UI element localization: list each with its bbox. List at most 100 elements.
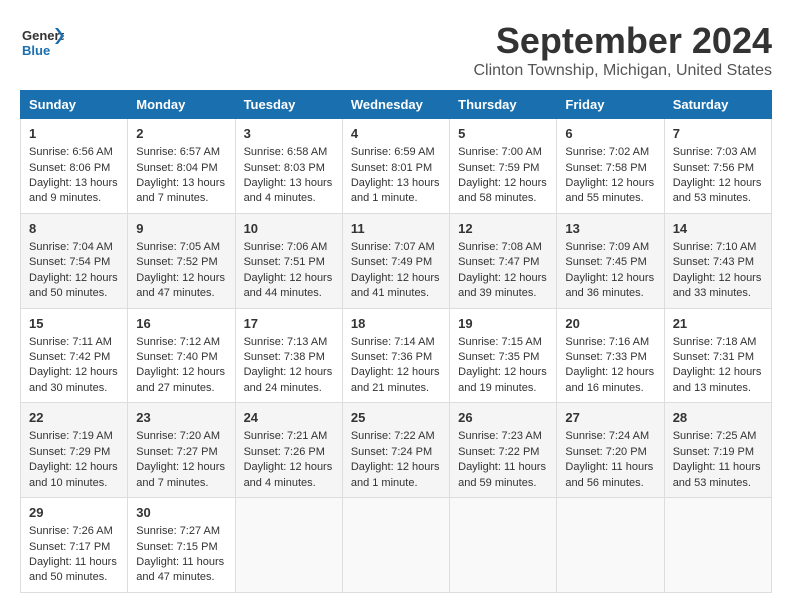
calendar-cell bbox=[557, 498, 664, 593]
daylight-label: Daylight: 12 hours and 4 minutes. bbox=[244, 461, 333, 488]
day-number: 5 bbox=[458, 125, 548, 143]
calendar-cell: 29 Sunrise: 7:26 AM Sunset: 7:17 PM Dayl… bbox=[21, 498, 128, 593]
calendar-cell: 24 Sunrise: 7:21 AM Sunset: 7:26 PM Dayl… bbox=[235, 403, 342, 498]
sunrise-label: Sunrise: 6:57 AM bbox=[136, 146, 220, 158]
daylight-label: Daylight: 12 hours and 50 minutes. bbox=[29, 272, 118, 299]
calendar-table: SundayMondayTuesdayWednesdayThursdayFrid… bbox=[20, 90, 772, 593]
calendar-cell: 25 Sunrise: 7:22 AM Sunset: 7:24 PM Dayl… bbox=[342, 403, 449, 498]
day-number: 27 bbox=[565, 409, 655, 427]
daylight-label: Daylight: 12 hours and 13 minutes. bbox=[673, 366, 762, 393]
daylight-label: Daylight: 12 hours and 36 minutes. bbox=[565, 272, 654, 299]
calendar-cell: 4 Sunrise: 6:59 AM Sunset: 8:01 PM Dayli… bbox=[342, 119, 449, 214]
month-title: September 2024 bbox=[473, 20, 772, 62]
calendar-cell: 1 Sunrise: 6:56 AM Sunset: 8:06 PM Dayli… bbox=[21, 119, 128, 214]
day-number: 16 bbox=[136, 315, 226, 333]
sunset-label: Sunset: 7:33 PM bbox=[565, 351, 646, 363]
calendar-week-row: 22 Sunrise: 7:19 AM Sunset: 7:29 PM Dayl… bbox=[21, 403, 772, 498]
calendar-cell: 21 Sunrise: 7:18 AM Sunset: 7:31 PM Dayl… bbox=[664, 308, 771, 403]
daylight-label: Daylight: 12 hours and 39 minutes. bbox=[458, 272, 547, 299]
sunrise-label: Sunrise: 6:58 AM bbox=[244, 146, 328, 158]
sunrise-label: Sunrise: 7:05 AM bbox=[136, 241, 220, 253]
daylight-label: Daylight: 12 hours and 27 minutes. bbox=[136, 366, 225, 393]
daylight-label: Daylight: 12 hours and 44 minutes. bbox=[244, 272, 333, 299]
svg-text:Blue: Blue bbox=[22, 43, 50, 58]
day-number: 3 bbox=[244, 125, 334, 143]
sunrise-label: Sunrise: 6:59 AM bbox=[351, 146, 435, 158]
calendar-cell: 19 Sunrise: 7:15 AM Sunset: 7:35 PM Dayl… bbox=[450, 308, 557, 403]
sunset-label: Sunset: 7:43 PM bbox=[673, 256, 754, 268]
weekday-header-saturday: Saturday bbox=[664, 91, 771, 119]
weekday-header-friday: Friday bbox=[557, 91, 664, 119]
sunrise-label: Sunrise: 7:07 AM bbox=[351, 241, 435, 253]
day-number: 29 bbox=[29, 504, 119, 522]
calendar-cell: 6 Sunrise: 7:02 AM Sunset: 7:58 PM Dayli… bbox=[557, 119, 664, 214]
daylight-label: Daylight: 12 hours and 10 minutes. bbox=[29, 461, 118, 488]
calendar-cell: 7 Sunrise: 7:03 AM Sunset: 7:56 PM Dayli… bbox=[664, 119, 771, 214]
calendar-week-row: 8 Sunrise: 7:04 AM Sunset: 7:54 PM Dayli… bbox=[21, 213, 772, 308]
day-number: 28 bbox=[673, 409, 763, 427]
weekday-header-wednesday: Wednesday bbox=[342, 91, 449, 119]
sunset-label: Sunset: 8:01 PM bbox=[351, 162, 432, 174]
day-number: 9 bbox=[136, 220, 226, 238]
day-number: 6 bbox=[565, 125, 655, 143]
calendar-cell: 28 Sunrise: 7:25 AM Sunset: 7:19 PM Dayl… bbox=[664, 403, 771, 498]
calendar-cell: 5 Sunrise: 7:00 AM Sunset: 7:59 PM Dayli… bbox=[450, 119, 557, 214]
daylight-label: Daylight: 12 hours and 16 minutes. bbox=[565, 366, 654, 393]
day-number: 17 bbox=[244, 315, 334, 333]
day-number: 22 bbox=[29, 409, 119, 427]
sunset-label: Sunset: 7:38 PM bbox=[244, 351, 325, 363]
day-number: 23 bbox=[136, 409, 226, 427]
sunset-label: Sunset: 7:31 PM bbox=[673, 351, 754, 363]
day-number: 10 bbox=[244, 220, 334, 238]
sunset-label: Sunset: 8:06 PM bbox=[29, 162, 110, 174]
sunset-label: Sunset: 7:45 PM bbox=[565, 256, 646, 268]
sunrise-label: Sunrise: 7:13 AM bbox=[244, 336, 328, 348]
sunrise-label: Sunrise: 7:23 AM bbox=[458, 430, 542, 442]
sunset-label: Sunset: 7:49 PM bbox=[351, 256, 432, 268]
calendar-cell: 12 Sunrise: 7:08 AM Sunset: 7:47 PM Dayl… bbox=[450, 213, 557, 308]
calendar-cell bbox=[235, 498, 342, 593]
day-number: 12 bbox=[458, 220, 548, 238]
page-header: General Blue September 2024 Clinton Town… bbox=[20, 20, 772, 80]
calendar-cell: 9 Sunrise: 7:05 AM Sunset: 7:52 PM Dayli… bbox=[128, 213, 235, 308]
calendar-cell: 13 Sunrise: 7:09 AM Sunset: 7:45 PM Dayl… bbox=[557, 213, 664, 308]
calendar-cell: 11 Sunrise: 7:07 AM Sunset: 7:49 PM Dayl… bbox=[342, 213, 449, 308]
sunrise-label: Sunrise: 7:26 AM bbox=[29, 525, 113, 537]
calendar-cell: 18 Sunrise: 7:14 AM Sunset: 7:36 PM Dayl… bbox=[342, 308, 449, 403]
daylight-label: Daylight: 11 hours and 59 minutes. bbox=[458, 461, 546, 488]
calendar-cell: 20 Sunrise: 7:16 AM Sunset: 7:33 PM Dayl… bbox=[557, 308, 664, 403]
calendar-cell: 23 Sunrise: 7:20 AM Sunset: 7:27 PM Dayl… bbox=[128, 403, 235, 498]
calendar-cell: 17 Sunrise: 7:13 AM Sunset: 7:38 PM Dayl… bbox=[235, 308, 342, 403]
day-number: 25 bbox=[351, 409, 441, 427]
day-number: 8 bbox=[29, 220, 119, 238]
sunset-label: Sunset: 7:24 PM bbox=[351, 446, 432, 458]
daylight-label: Daylight: 11 hours and 56 minutes. bbox=[565, 461, 653, 488]
daylight-label: Daylight: 11 hours and 53 minutes. bbox=[673, 461, 761, 488]
sunrise-label: Sunrise: 7:00 AM bbox=[458, 146, 542, 158]
sunrise-label: Sunrise: 7:20 AM bbox=[136, 430, 220, 442]
logo: General Blue bbox=[20, 20, 64, 64]
daylight-label: Daylight: 12 hours and 19 minutes. bbox=[458, 366, 547, 393]
calendar-cell: 30 Sunrise: 7:27 AM Sunset: 7:15 PM Dayl… bbox=[128, 498, 235, 593]
sunrise-label: Sunrise: 7:14 AM bbox=[351, 336, 435, 348]
sunset-label: Sunset: 7:20 PM bbox=[565, 446, 646, 458]
sunset-label: Sunset: 7:22 PM bbox=[458, 446, 539, 458]
sunset-label: Sunset: 7:29 PM bbox=[29, 446, 110, 458]
sunset-label: Sunset: 7:52 PM bbox=[136, 256, 217, 268]
weekday-header-sunday: Sunday bbox=[21, 91, 128, 119]
sunset-label: Sunset: 8:03 PM bbox=[244, 162, 325, 174]
sunrise-label: Sunrise: 7:04 AM bbox=[29, 241, 113, 253]
sunset-label: Sunset: 7:51 PM bbox=[244, 256, 325, 268]
daylight-label: Daylight: 12 hours and 55 minutes. bbox=[565, 177, 654, 204]
calendar-week-row: 29 Sunrise: 7:26 AM Sunset: 7:17 PM Dayl… bbox=[21, 498, 772, 593]
daylight-label: Daylight: 11 hours and 50 minutes. bbox=[29, 556, 117, 583]
daylight-label: Daylight: 12 hours and 1 minute. bbox=[351, 461, 440, 488]
sunrise-label: Sunrise: 7:24 AM bbox=[565, 430, 649, 442]
daylight-label: Daylight: 12 hours and 7 minutes. bbox=[136, 461, 225, 488]
sunrise-label: Sunrise: 7:11 AM bbox=[29, 336, 112, 348]
sunset-label: Sunset: 7:40 PM bbox=[136, 351, 217, 363]
calendar-body: 1 Sunrise: 6:56 AM Sunset: 8:06 PM Dayli… bbox=[21, 119, 772, 593]
weekday-header-monday: Monday bbox=[128, 91, 235, 119]
day-number: 4 bbox=[351, 125, 441, 143]
sunrise-label: Sunrise: 7:02 AM bbox=[565, 146, 649, 158]
